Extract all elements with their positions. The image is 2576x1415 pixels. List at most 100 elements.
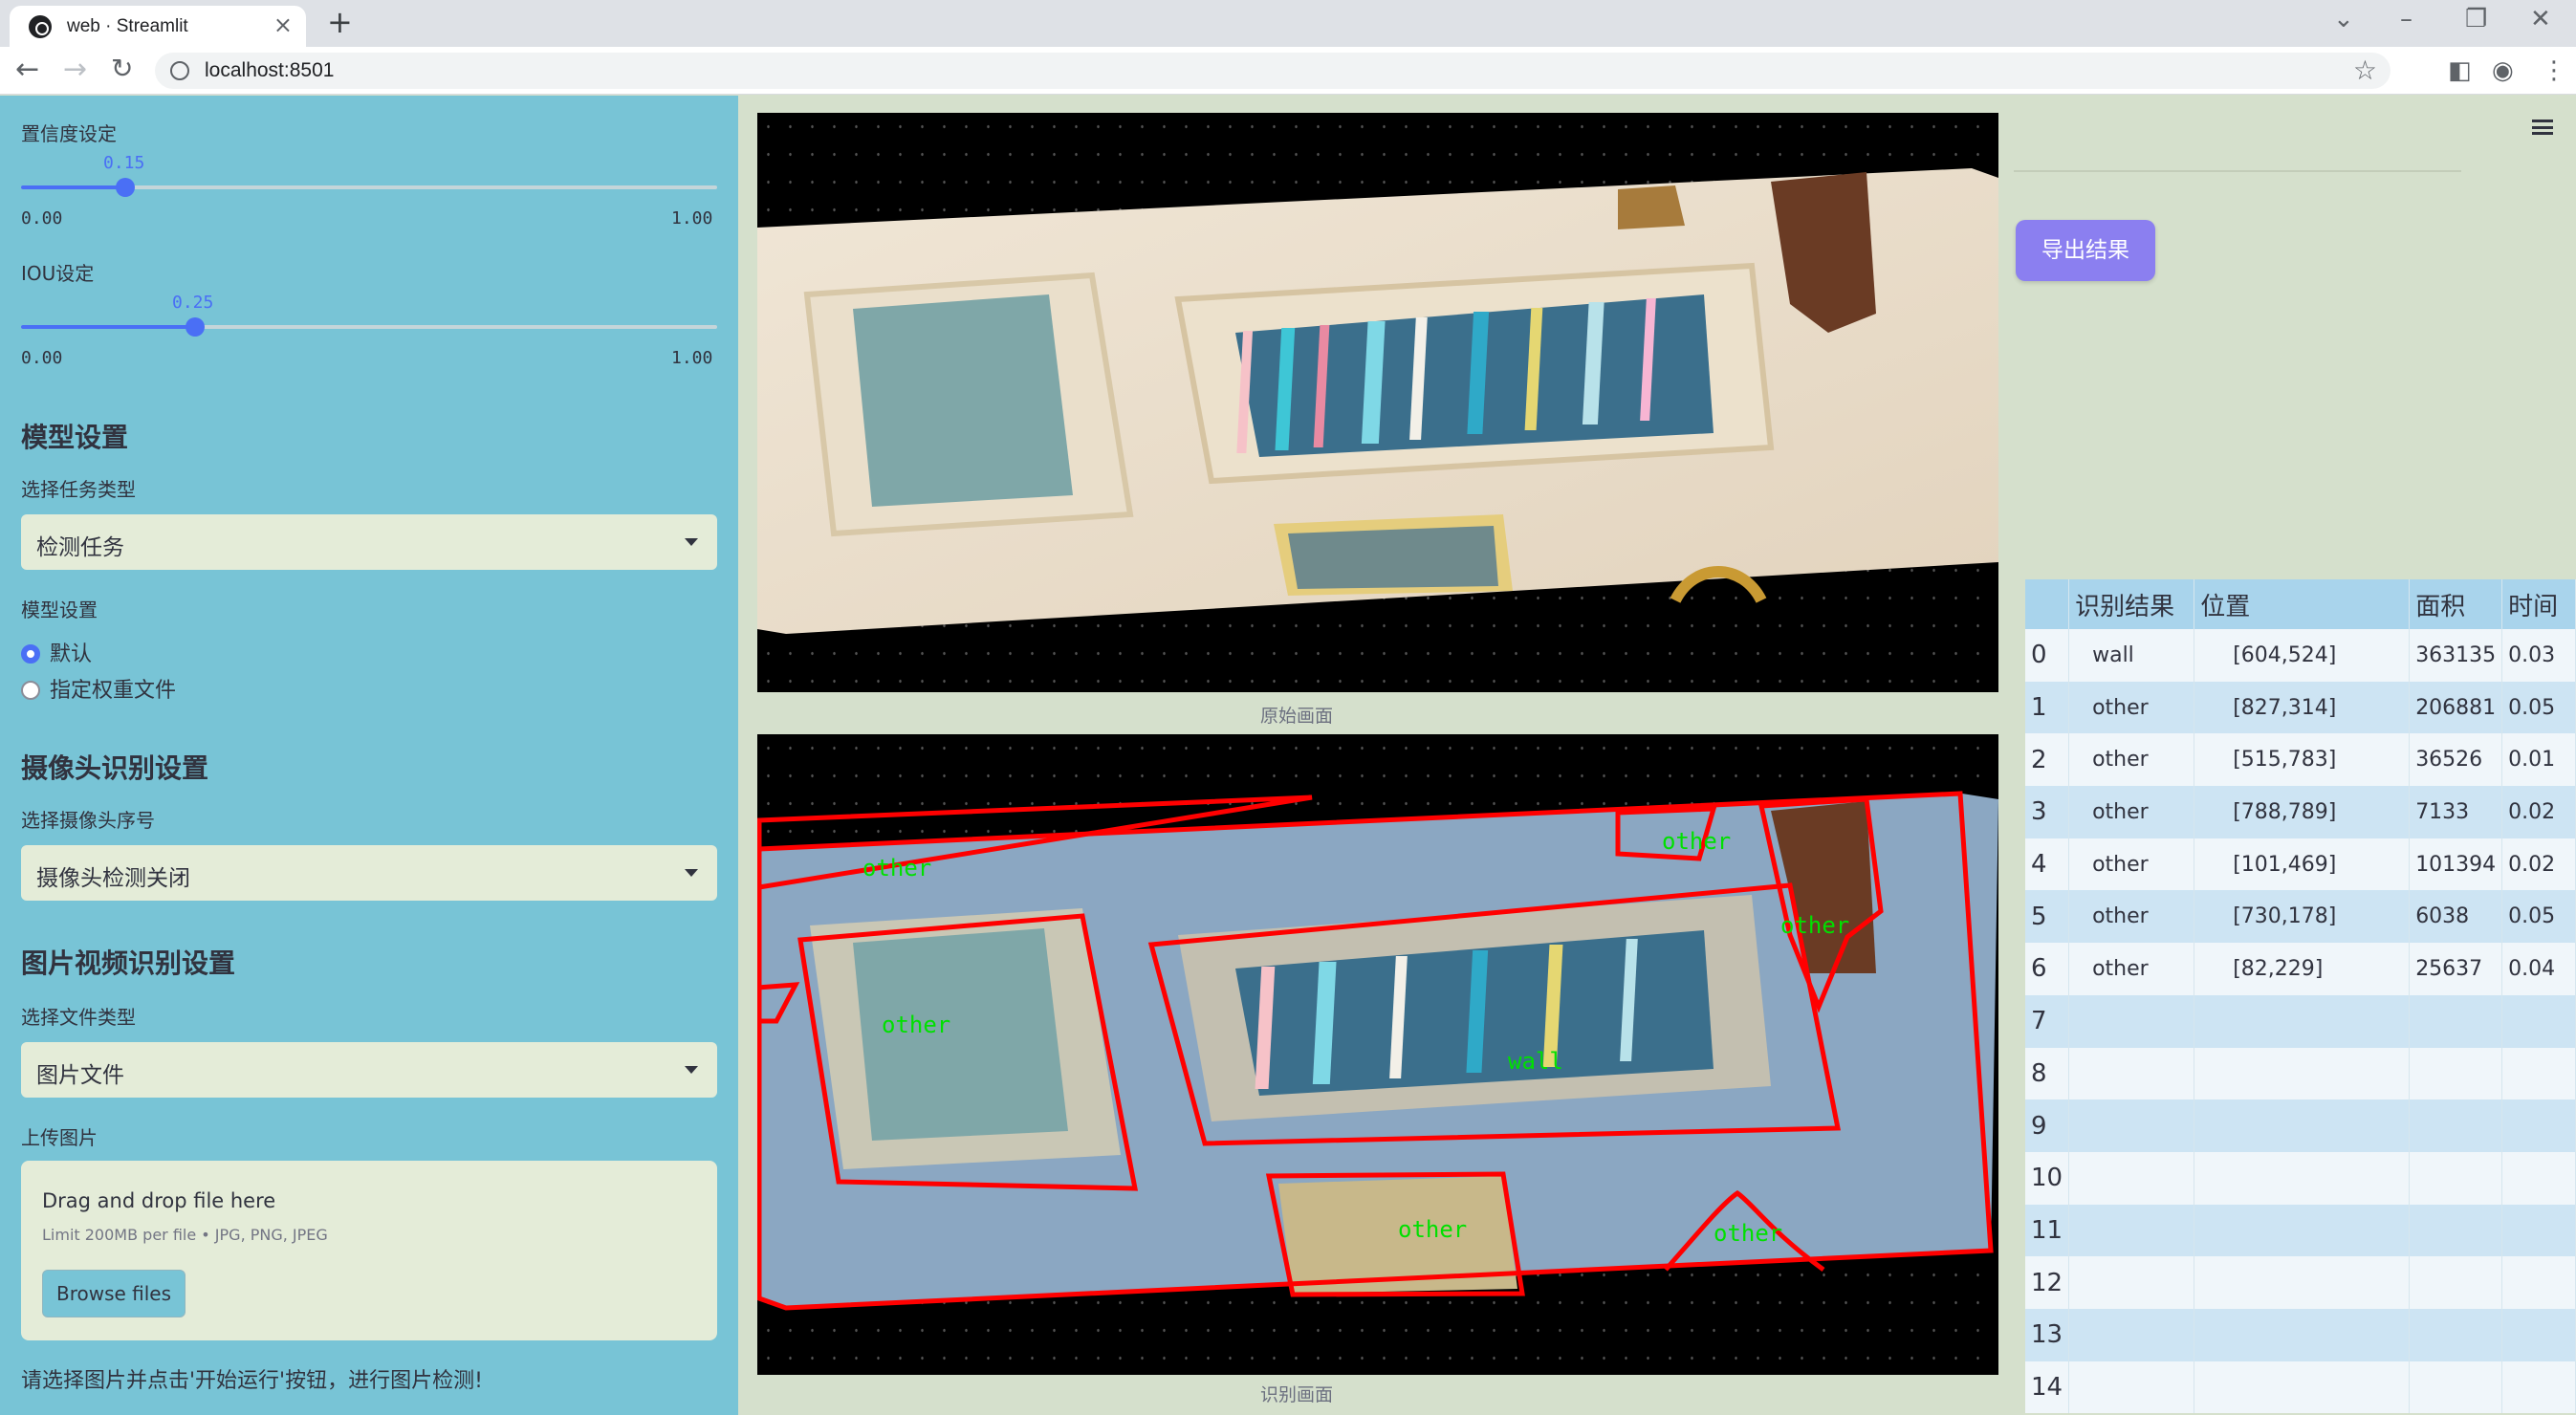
upload-drag-text: Drag and drop file here — [42, 1189, 276, 1212]
cell-time — [2501, 1047, 2576, 1100]
cell-index: 4 — [2025, 838, 2070, 891]
detection-label: other — [1398, 1216, 1467, 1243]
cell-index: 7 — [2025, 994, 2070, 1048]
forward-icon[interactable]: → — [63, 53, 87, 86]
table-row[interactable]: 2 other [515,783] 36526 0.01 — [2025, 733, 2576, 787]
browser-tab[interactable]: web · Streamlit × — [10, 6, 306, 47]
table-header-result[interactable]: 识别结果 — [2068, 579, 2195, 629]
table-row[interactable]: 9 — [2025, 1099, 2576, 1152]
cell-result — [2068, 1361, 2195, 1414]
radio-custom-weights[interactable]: 指定权重文件 — [21, 673, 176, 704]
cell-result — [2068, 1308, 2195, 1361]
export-results-button[interactable]: 导出结果 — [2016, 220, 2155, 281]
cell-result: other — [2068, 681, 2195, 734]
model-settings-heading: 模型设置 — [21, 422, 129, 453]
table-row[interactable]: 6 other [82,229] 25637 0.04 — [2025, 943, 2576, 995]
cell-result: other — [2068, 943, 2195, 995]
cell-position: [730,178] — [2194, 890, 2411, 944]
file-type-select[interactable]: 图片文件 — [21, 1042, 717, 1098]
table-row[interactable]: 13 — [2025, 1308, 2576, 1361]
tab-search-icon[interactable]: ⌄ — [2333, 5, 2354, 33]
cell-result — [2068, 994, 2195, 1048]
table-row[interactable]: 8 — [2025, 1047, 2576, 1100]
minimize-icon[interactable]: – — [2400, 5, 2412, 33]
table-row[interactable]: 5 other [730,178] 6038 0.05 — [2025, 890, 2576, 944]
streamlit-favicon-icon — [29, 15, 52, 38]
bookmark-star-icon[interactable]: ☆ — [2353, 54, 2377, 86]
close-tab-icon[interactable]: × — [273, 11, 293, 38]
cell-index: 8 — [2025, 1047, 2070, 1100]
radio-default[interactable]: 默认 — [21, 637, 92, 667]
cell-time: 0.04 — [2501, 943, 2576, 995]
detection-label: wall — [1508, 1048, 1563, 1075]
cell-index: 12 — [2025, 1256, 2070, 1309]
radio-unselected-icon — [21, 681, 40, 700]
window-close-icon[interactable]: ✕ — [2530, 5, 2551, 33]
table-row[interactable]: 0 wall [604,524] 363135 0.03 — [2025, 629, 2576, 682]
detection-result-scene: other other other other wall other other — [757, 791, 1998, 1311]
side-panel-icon[interactable]: ◧ — [2448, 56, 2472, 85]
iou-slider-thumb[interactable] — [186, 317, 205, 337]
cell-position — [2194, 994, 2411, 1048]
table-header-area[interactable]: 面积 — [2409, 579, 2503, 629]
omnibox[interactable]: localhost:8501 ☆ — [155, 53, 2390, 89]
table-header-index — [2025, 579, 2070, 629]
chevron-down-icon — [685, 869, 698, 877]
app-menu-icon[interactable] — [2532, 120, 2553, 135]
back-icon[interactable]: ← — [15, 53, 39, 86]
restore-icon[interactable]: ❐ — [2465, 5, 2487, 33]
task-type-value: 检测任务 — [36, 535, 124, 560]
table-row[interactable]: 11 — [2025, 1204, 2576, 1257]
url-text[interactable]: localhost:8501 — [205, 59, 334, 82]
cell-index: 10 — [2025, 1151, 2070, 1205]
radio-selected-icon — [21, 644, 40, 664]
new-tab-icon[interactable]: + — [327, 4, 353, 40]
camera-settings-heading: 摄像头识别设置 — [21, 752, 209, 784]
cell-area: 206881 — [2409, 681, 2503, 734]
cell-area — [2409, 1308, 2503, 1361]
cell-area: 363135 — [2409, 629, 2503, 682]
cell-time — [2501, 1204, 2576, 1257]
table-row[interactable]: 1 other [827,314] 206881 0.05 — [2025, 681, 2576, 734]
cell-result: other — [2068, 733, 2195, 787]
site-info-icon[interactable] — [170, 61, 189, 80]
table-row[interactable]: 7 — [2025, 994, 2576, 1048]
confidence-slider[interactable] — [21, 178, 717, 197]
cell-time: 0.01 — [2501, 733, 2576, 787]
browse-files-button[interactable]: Browse files — [42, 1270, 186, 1317]
cell-area: 6038 — [2409, 890, 2503, 944]
cell-time: 0.05 — [2501, 890, 2576, 944]
cell-area: 7133 — [2409, 786, 2503, 838]
profile-icon[interactable]: ◉ — [2492, 56, 2514, 85]
table-row[interactable]: 4 other [101,469] 101394 0.02 — [2025, 838, 2576, 891]
divider — [2014, 170, 2461, 172]
table-header-time[interactable]: 时间 — [2501, 579, 2576, 629]
cell-position: [101,469] — [2194, 838, 2411, 891]
cell-position: [827,314] — [2194, 681, 2411, 734]
browser-menu-icon[interactable]: ⋮ — [2542, 56, 2566, 85]
table-row[interactable]: 3 other [788,789] 7133 0.02 — [2025, 786, 2576, 838]
file-type-label: 选择文件类型 — [21, 1006, 136, 1029]
file-uploader-dropzone[interactable]: Drag and drop file here Limit 200MB per … — [21, 1161, 717, 1340]
task-type-select[interactable]: 检测任务 — [21, 514, 717, 570]
cell-area — [2409, 1099, 2503, 1152]
cell-result — [2068, 1151, 2195, 1205]
table-header-position[interactable]: 位置 — [2194, 579, 2411, 629]
original-image-scene — [757, 168, 1998, 634]
cell-result: other — [2068, 838, 2195, 891]
cell-index: 14 — [2025, 1361, 2070, 1414]
confidence-value: 0.15 — [103, 153, 145, 173]
cell-area — [2409, 1256, 2503, 1309]
camera-index-select[interactable]: 摄像头检测关闭 — [21, 845, 717, 901]
confidence-min: 0.00 — [21, 208, 63, 229]
iou-slider[interactable] — [21, 317, 717, 337]
reload-icon[interactable]: ↻ — [111, 53, 133, 84]
table-row[interactable]: 10 — [2025, 1151, 2576, 1205]
table-row[interactable]: 14 — [2025, 1361, 2576, 1414]
confidence-slider-thumb[interactable] — [116, 178, 135, 197]
results-table[interactable]: 识别结果 位置 面积 时间 0 wall [604,524] 363135 0.03 1 o… — [2025, 579, 2576, 1414]
table-header-row: 识别结果 位置 面积 时间 — [2025, 579, 2576, 629]
cell-index: 0 — [2025, 629, 2070, 682]
cell-position — [2194, 1308, 2411, 1361]
table-row[interactable]: 12 — [2025, 1256, 2576, 1309]
